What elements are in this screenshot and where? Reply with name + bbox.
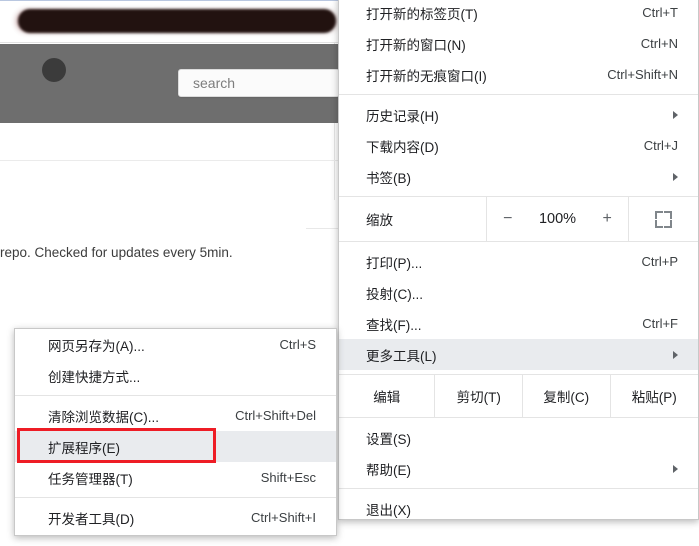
cut-button[interactable]: 剪切(T) [435, 375, 523, 417]
paste-button[interactable]: 粘贴(P) [611, 375, 699, 417]
menu-item-label: 任务管理器(T) [48, 471, 133, 487]
menu-item-label: 开发者工具(D) [48, 511, 135, 527]
chevron-right-icon [673, 464, 678, 473]
menu-item-label: 帮助(E) [366, 462, 411, 478]
avatar[interactable] [42, 58, 66, 82]
search-input[interactable]: search [178, 69, 340, 97]
submenu-separator [15, 395, 336, 396]
menu-item-label: 下载内容(D) [366, 139, 439, 155]
zoom-in-button[interactable]: + [603, 210, 612, 228]
menu-item-bookmarks[interactable]: 书签(B) [339, 161, 698, 192]
menu-item-label: 打开新的无痕窗口(I) [366, 68, 487, 84]
menu-item-shortcut: Ctrl+P [641, 254, 678, 269]
page-header-band: search [0, 44, 340, 123]
menu-item-find[interactable]: 查找(F)... Ctrl+F [339, 308, 698, 339]
menu-item-new-incognito-window[interactable]: 打开新的无痕窗口(I) Ctrl+Shift+N [339, 59, 698, 90]
page-title-bar [0, 0, 340, 43]
menu-item-shortcut: Ctrl+T [642, 5, 678, 20]
menu-item-label: 清除浏览数据(C)... [48, 409, 159, 425]
menu-item-print[interactable]: 打印(P)... Ctrl+P [339, 246, 698, 277]
menu-item-label: 网页另存为(A)... [48, 338, 145, 354]
menu-item-label: 打印(P)... [366, 255, 423, 271]
submenu-item-save-page-as[interactable]: 网页另存为(A)... Ctrl+S [15, 329, 336, 360]
edit-row[interactable]: 编辑 剪切(T) 复制(C) 粘贴(P) [339, 374, 698, 418]
menu-item-shortcut: Shift+Esc [260, 470, 316, 485]
copy-button[interactable]: 复制(C) [523, 375, 611, 417]
menu-item-settings[interactable]: 设置(S) [339, 422, 698, 453]
menu-item-shortcut: Ctrl+F [642, 316, 678, 331]
search-placeholder-text: search [193, 75, 236, 91]
page-horizontal-rule [0, 160, 340, 161]
zoom-row[interactable]: 缩放 − 100% + [339, 196, 698, 242]
menu-item-label: 书签(B) [366, 170, 411, 186]
fullscreen-button[interactable] [629, 197, 698, 241]
menu-item-shortcut: Ctrl+J [643, 138, 678, 153]
submenu-item-extensions[interactable]: 扩展程序(E) [15, 431, 336, 462]
submenu-item-task-manager[interactable]: 任务管理器(T) Shift+Esc [15, 462, 336, 493]
menu-item-shortcut: Ctrl+S [279, 337, 316, 352]
redacted-title-bar [18, 9, 336, 33]
more-tools-submenu[interactable]: 网页另存为(A)... Ctrl+S 创建快捷方式... 清除浏览数据(C)..… [14, 328, 337, 536]
menu-separator [339, 488, 698, 489]
zoom-level-value: 100% [538, 211, 577, 227]
menu-item-label: 打开新的窗口(N) [366, 37, 466, 53]
submenu-separator [15, 497, 336, 498]
menu-item-history[interactable]: 历史记录(H) [339, 99, 698, 130]
menu-item-label: 设置(S) [366, 431, 411, 447]
menu-item-shortcut: Ctrl+Shift+N [607, 67, 678, 82]
menu-item-exit[interactable]: 退出(X) [339, 493, 698, 524]
menu-item-label: 更多工具(L) [366, 348, 437, 364]
menu-item-shortcut: Ctrl+Shift+Del [235, 408, 316, 423]
edit-row-label: 编辑 [339, 375, 436, 417]
menu-item-shortcut: Ctrl+Shift+I [250, 510, 316, 525]
menu-item-downloads[interactable]: 下载内容(D) Ctrl+J [339, 130, 698, 161]
menu-item-label: 投射(C)... [366, 286, 423, 302]
submenu-item-create-shortcut[interactable]: 创建快捷方式... [15, 360, 336, 391]
menu-item-label: 退出(X) [366, 502, 411, 518]
zoom-out-button[interactable]: − [503, 210, 512, 228]
menu-item-shortcut: Ctrl+N [640, 36, 678, 51]
menu-item-label: 查找(F)... [366, 317, 422, 333]
submenu-item-developer-tools[interactable]: 开发者工具(D) Ctrl+Shift+I [15, 502, 336, 533]
menu-item-label: 扩展程序(E) [48, 440, 120, 456]
menu-item-help[interactable]: 帮助(E) [339, 453, 698, 484]
page-horizontal-rule-secondary [306, 228, 340, 229]
chevron-right-icon [673, 350, 678, 359]
zoom-controls[interactable]: − 100% + [486, 197, 629, 241]
chevron-right-icon [673, 172, 678, 181]
chevron-right-icon [673, 110, 678, 119]
menu-item-new-tab[interactable]: 打开新的标签页(T) Ctrl+T [339, 0, 698, 28]
menu-item-more-tools[interactable]: 更多工具(L) [339, 339, 698, 370]
zoom-label: 缩放 [366, 213, 393, 228]
menu-item-new-window[interactable]: 打开新的窗口(N) Ctrl+N [339, 28, 698, 59]
menu-item-label: 创建快捷方式... [48, 369, 141, 385]
page-body-text: repo. Checked for updates every 5min. [0, 245, 233, 260]
menu-item-label: 历史记录(H) [366, 108, 439, 124]
menu-separator [339, 94, 698, 95]
menu-item-label: 打开新的标签页(T) [366, 6, 478, 22]
submenu-item-clear-browsing-data[interactable]: 清除浏览数据(C)... Ctrl+Shift+Del [15, 400, 336, 431]
menu-item-cast[interactable]: 投射(C)... [339, 277, 698, 308]
fullscreen-icon [655, 210, 672, 228]
chrome-main-menu[interactable]: 打开新的标签页(T) Ctrl+T 打开新的窗口(N) Ctrl+N 打开新的无… [338, 0, 699, 520]
